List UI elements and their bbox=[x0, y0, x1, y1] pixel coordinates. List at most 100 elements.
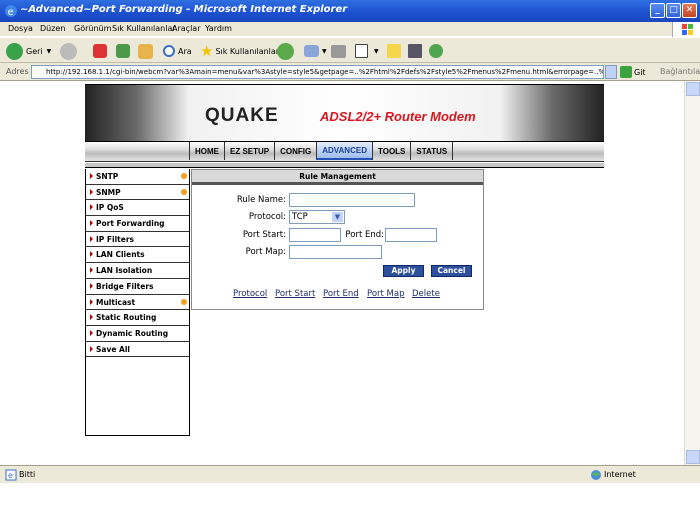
security-zone: Internet bbox=[604, 470, 636, 479]
product-name: ADSL2/2+ Router Modem bbox=[320, 109, 476, 124]
port-map-input[interactable] bbox=[289, 245, 382, 259]
address-bar: Adres http://192.168.1.1/cgi-bin/webcm?v… bbox=[0, 63, 700, 81]
forward-button[interactable] bbox=[60, 41, 77, 61]
print-icon bbox=[331, 44, 346, 58]
minimize-button[interactable]: _ bbox=[650, 3, 665, 18]
back-label: Geri bbox=[26, 46, 43, 56]
star-icon: ★ bbox=[200, 42, 214, 60]
protocol-select[interactable]: TCP ▼ bbox=[289, 210, 345, 224]
column-protocol[interactable]: Protocol bbox=[233, 289, 267, 299]
nav-ez-setup[interactable]: EZ SETUP bbox=[224, 142, 274, 160]
sidebar-item-snmp[interactable]: SNMP bbox=[86, 185, 189, 201]
menu-tools[interactable]: Araçlar bbox=[172, 24, 200, 33]
menu-file[interactable]: Dosya bbox=[8, 24, 33, 33]
messenger-button[interactable] bbox=[429, 41, 443, 61]
nav-home[interactable]: HOME bbox=[189, 142, 224, 160]
close-button[interactable]: ✕ bbox=[682, 3, 697, 18]
address-input[interactable]: http://192.168.1.1/cgi-bin/webcm?var%3Am… bbox=[31, 65, 604, 79]
sidebar-item-save-all[interactable]: Save All bbox=[86, 342, 189, 358]
sidebar-item-label: Port Forwarding bbox=[96, 219, 165, 229]
advanced-sidebar: SNTP SNMP IP QoS Port Forwarding IP Filt… bbox=[85, 169, 190, 436]
sidebar-item-label: SNMP bbox=[96, 187, 121, 197]
edit-dropdown-icon: ▼ bbox=[374, 47, 379, 55]
nav-advanced[interactable]: ADVANCED bbox=[316, 142, 372, 160]
sidebar-item-static-routing[interactable]: Static Routing bbox=[86, 310, 189, 326]
column-port-start[interactable]: Port Start bbox=[275, 289, 315, 299]
rule-name-input[interactable] bbox=[289, 193, 415, 207]
nav-status[interactable]: STATUS bbox=[410, 142, 454, 160]
research-button[interactable] bbox=[408, 41, 422, 61]
port-end-label: Port End: bbox=[345, 230, 384, 240]
port-end-input[interactable] bbox=[385, 228, 437, 242]
history-button[interactable] bbox=[277, 41, 294, 61]
search-label: Ara bbox=[178, 46, 192, 56]
sidebar-item-ip-filters[interactable]: IP Filters bbox=[86, 232, 189, 248]
sidebar-item-port-forwarding[interactable]: Port Forwarding bbox=[86, 216, 189, 232]
edit-button[interactable]: ▼ bbox=[355, 41, 379, 61]
panel-title: Rule Management bbox=[192, 170, 483, 182]
nav-config[interactable]: CONFIG bbox=[274, 142, 316, 160]
favorites-label: Sık Kullanılanlar bbox=[215, 46, 280, 56]
sidebar-item-label: LAN Clients bbox=[96, 250, 145, 260]
favorites-button[interactable]: ★ Sık Kullanılanlar bbox=[200, 41, 279, 61]
sidebar-item-ip-qos[interactable]: IP QoS bbox=[86, 200, 189, 217]
sidebar-item-dynamic-routing[interactable]: Dynamic Routing bbox=[86, 326, 189, 342]
rule-name-label: Rule Name: bbox=[236, 195, 286, 205]
messenger-icon bbox=[429, 44, 443, 58]
triangle-icon bbox=[90, 251, 93, 258]
status-text: Bitti bbox=[19, 470, 36, 479]
print-button[interactable] bbox=[331, 41, 346, 61]
go-button[interactable]: Git bbox=[620, 66, 646, 78]
page-url: http://192.168.1.1/cgi-bin/webcm?var%3Am… bbox=[46, 68, 604, 76]
nav-tools[interactable]: TOOLS bbox=[371, 142, 410, 160]
word-icon bbox=[355, 44, 368, 58]
links-label[interactable]: Bağlantılar bbox=[660, 67, 700, 76]
refresh-button[interactable] bbox=[116, 41, 130, 61]
address-label: Adres bbox=[6, 67, 29, 76]
address-dropdown-button[interactable] bbox=[605, 65, 617, 79]
triangle-icon bbox=[90, 220, 93, 227]
column-port-end[interactable]: Port End bbox=[323, 289, 359, 299]
triangle-icon bbox=[90, 188, 93, 195]
port-map-label: Port Map: bbox=[245, 247, 286, 257]
mail-icon bbox=[304, 45, 319, 57]
cancel-button[interactable]: Cancel bbox=[431, 265, 472, 277]
menu-edit[interactable]: Düzen bbox=[40, 24, 65, 33]
stop-icon bbox=[93, 44, 107, 58]
port-start-input[interactable] bbox=[289, 228, 341, 242]
menu-view[interactable]: Görünüm bbox=[74, 24, 111, 33]
sidebar-item-multicast[interactable]: Multicast bbox=[86, 295, 189, 311]
scroll-up-icon[interactable] bbox=[686, 82, 700, 96]
windows-flag-icon bbox=[672, 22, 700, 37]
stop-button[interactable] bbox=[93, 41, 107, 61]
menu-help[interactable]: Yardım bbox=[205, 24, 232, 33]
search-icon bbox=[163, 45, 175, 57]
submenu-dot-icon bbox=[181, 188, 187, 195]
maximize-button[interactable]: □ bbox=[666, 3, 681, 18]
sidebar-item-sntp[interactable]: SNTP bbox=[86, 169, 189, 185]
menu-favorites[interactable]: Sık Kullanılanlar bbox=[112, 24, 176, 33]
search-button[interactable]: Ara bbox=[163, 41, 192, 61]
triangle-icon bbox=[90, 298, 93, 305]
research-icon bbox=[408, 44, 422, 58]
triangle-icon bbox=[90, 345, 93, 352]
back-button[interactable]: Geri ▼ bbox=[6, 41, 51, 61]
vertical-scrollbar[interactable] bbox=[684, 81, 700, 465]
column-port-map[interactable]: Port Map bbox=[367, 289, 405, 299]
status-bar: e Bitti Internet bbox=[0, 465, 700, 483]
back-arrow-icon bbox=[6, 42, 23, 60]
column-delete[interactable]: Delete bbox=[412, 289, 440, 299]
sidebar-item-label: IP Filters bbox=[96, 234, 134, 244]
sidebar-item-label: IP QoS bbox=[96, 203, 124, 213]
go-label: Git bbox=[634, 67, 646, 77]
history-icon bbox=[277, 42, 294, 60]
scroll-down-icon[interactable] bbox=[686, 450, 700, 464]
apply-button[interactable]: Apply bbox=[383, 265, 424, 277]
home-button[interactable] bbox=[138, 41, 153, 61]
sidebar-item-lan-isolation[interactable]: LAN Isolation bbox=[86, 263, 189, 279]
brand-logo: QUAKE bbox=[205, 105, 279, 126]
sidebar-item-lan-clients[interactable]: LAN Clients bbox=[86, 247, 189, 264]
sidebar-item-bridge-filters[interactable]: Bridge Filters bbox=[86, 279, 189, 295]
mail-button[interactable]: ▼ bbox=[304, 41, 327, 61]
discuss-button[interactable] bbox=[387, 41, 401, 61]
